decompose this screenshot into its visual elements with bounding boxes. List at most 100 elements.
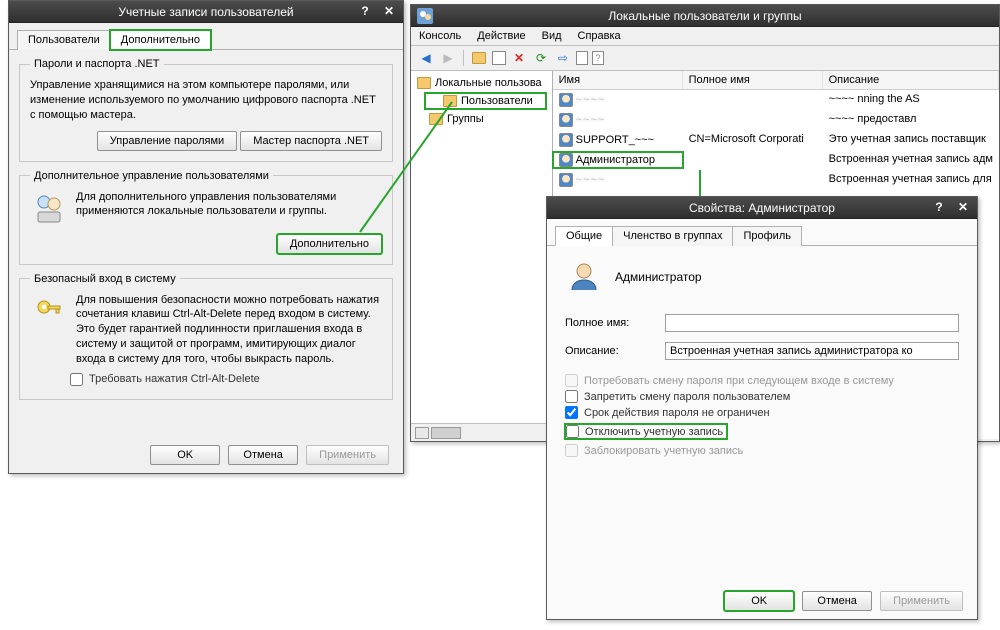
tree-groups-label: Группы xyxy=(447,113,484,125)
cancel-button[interactable]: Отмена xyxy=(228,445,298,465)
user-icon xyxy=(559,93,573,107)
row-desc: Это учетная запись поставщик xyxy=(823,132,999,148)
refresh-icon[interactable]: ⟳ xyxy=(532,49,550,67)
user-icon xyxy=(559,153,573,167)
chk-lock-account[interactable]: Заблокировать учетную запись xyxy=(565,444,959,457)
folder-icon xyxy=(443,95,457,107)
chk-no-password-change-input[interactable] xyxy=(565,390,578,403)
group-passwords: Пароли и паспорта .NET Управление хранящ… xyxy=(19,58,393,162)
row-fullname xyxy=(683,112,823,128)
props-heading: Администратор xyxy=(615,270,702,284)
table-row[interactable]: ~~~~~~~~ nning the AS xyxy=(553,90,999,110)
admin-user-icon xyxy=(565,258,603,296)
row-name: ~~~~ xyxy=(553,172,683,188)
export-icon[interactable]: ⇨ xyxy=(554,49,572,67)
back-icon[interactable]: ◀ xyxy=(417,49,435,67)
chk-lock-account-input xyxy=(565,444,578,457)
users-groups-icon xyxy=(30,190,68,228)
tree-pane: Локальные пользова Пользователи Группы xyxy=(411,71,553,439)
tree-root[interactable]: Локальные пользова xyxy=(411,75,552,91)
props-ok-button[interactable]: OK xyxy=(724,591,794,611)
chk-disable-account[interactable]: Отключить учетную запись xyxy=(566,425,723,438)
row-desc: ~~~~ предоставл xyxy=(823,112,999,128)
props-close-button[interactable]: ✕ xyxy=(953,199,973,215)
folder-icon xyxy=(417,77,431,89)
col-desc[interactable]: Описание xyxy=(823,71,999,89)
row-fullname xyxy=(683,152,823,168)
chk-no-password-change[interactable]: Запретить смену пароля пользователем xyxy=(565,390,959,403)
group-advanced-legend: Дополнительное управление пользователями xyxy=(30,170,273,182)
user-icon xyxy=(559,173,573,187)
table-row[interactable]: Администратор Встроенная учетная запись а… xyxy=(553,150,999,170)
menu-view[interactable]: Вид xyxy=(542,30,562,42)
button-bar: OK Отмена Применить xyxy=(150,445,389,465)
row-name: ~~~~ xyxy=(553,112,683,128)
help-icon[interactable]: ? xyxy=(592,51,604,65)
column-headers: Имя Полное имя Описание xyxy=(553,71,999,90)
input-fullname[interactable] xyxy=(665,314,959,332)
row-fullname: CN=Microsoft Corporati xyxy=(683,132,823,148)
group-passwords-legend: Пароли и паспорта .NET xyxy=(30,58,164,70)
table-row[interactable]: SUPPORT_~~~CN=Microsoft CorporatiЭто уче… xyxy=(553,130,999,150)
input-description[interactable] xyxy=(665,342,959,360)
group-secure-login: Безопасный вход в систему Для повышения … xyxy=(19,273,393,400)
toolbar-sep xyxy=(463,50,464,66)
ok-button[interactable]: OK xyxy=(150,445,220,465)
delete-icon[interactable]: ✕ xyxy=(510,49,528,67)
group-secure-desc: Для повышения безопасности можно потребо… xyxy=(76,293,382,367)
mmc-app-icon xyxy=(417,8,433,27)
row-name: Администратор xyxy=(553,152,683,168)
user-icon xyxy=(559,133,573,147)
group-secure-legend: Безопасный вход в систему xyxy=(30,273,180,285)
props-apply-button: Применить xyxy=(880,591,963,611)
menu-console[interactable]: Консоль xyxy=(419,30,461,42)
group-advanced-users: Дополнительное управление пользователями… xyxy=(19,170,393,265)
chk-disable-account-input[interactable] xyxy=(566,425,579,438)
forward-icon: ▶ xyxy=(439,49,457,67)
folder-icon[interactable] xyxy=(470,49,488,67)
apply-button: Применить xyxy=(306,445,389,465)
table-row[interactable]: ~~~~Встроенная учетная запись для xyxy=(553,170,999,190)
row-desc: Встроенная учетная запись адм xyxy=(823,152,999,168)
row-name: ~~~~ xyxy=(553,92,683,108)
require-cad-checkbox[interactable]: Требовать нажатия Ctrl-Alt-Delete xyxy=(70,373,382,386)
tab-users[interactable]: Пользователи xyxy=(17,30,111,50)
title-bar: Учетные записи пользователей ? ✕ xyxy=(9,1,403,23)
admin-properties-dialog: Свойства: Администратор ? ✕ Общие Членст… xyxy=(546,196,978,620)
tab-advanced[interactable]: Дополнительно xyxy=(110,30,211,50)
mmc-title: Локальные пользователи и группы xyxy=(411,9,999,23)
tab-membership[interactable]: Членство в группах xyxy=(612,226,733,246)
col-name[interactable]: Имя xyxy=(553,71,683,89)
require-cad-input[interactable] xyxy=(70,373,83,386)
close-button[interactable]: ✕ xyxy=(379,3,399,19)
menu-action[interactable]: Действие xyxy=(477,30,525,42)
advanced-button[interactable]: Дополнительно xyxy=(277,234,382,254)
props-help-button[interactable]: ? xyxy=(929,199,949,215)
tab-profile[interactable]: Профиль xyxy=(732,226,802,246)
chk-password-never-expires[interactable]: Срок действия пароля не ограничен xyxy=(565,406,959,419)
table-row[interactable]: ~~~~ ~~~~ предоставл xyxy=(553,110,999,130)
row-name: SUPPORT_~~~ xyxy=(553,132,683,148)
table-icon[interactable] xyxy=(492,51,506,65)
chk-password-never-expires-input[interactable] xyxy=(565,406,578,419)
chk-lock-account-label: Заблокировать учетную запись xyxy=(584,445,743,457)
user-accounts-dialog: Учетные записи пользователей ? ✕ Пользов… xyxy=(8,0,404,474)
require-cad-label: Требовать нажатия Ctrl-Alt-Delete xyxy=(89,373,260,385)
group-advanced-desc: Для дополнительного управления пользоват… xyxy=(76,190,382,220)
props-titlebar: Свойства: Администратор ? ✕ xyxy=(547,197,977,219)
label-fullname: Полное имя: xyxy=(565,317,655,329)
col-fullname[interactable]: Полное имя xyxy=(683,71,823,89)
tree-users[interactable]: Пользователи xyxy=(425,93,546,109)
props-tab-row: Общие Членство в группах Профиль xyxy=(547,219,977,246)
props-button-bar: OK Отмена Применить xyxy=(724,591,963,611)
manage-passwords-button[interactable]: Управление паролями xyxy=(97,131,237,151)
tree-groups[interactable]: Группы xyxy=(411,111,552,127)
menu-help[interactable]: Справка xyxy=(578,30,621,42)
chk-require-password-change[interactable]: Потребовать смену пароля при следующем в… xyxy=(565,374,959,387)
help-button[interactable]: ? xyxy=(355,3,375,19)
tab-general[interactable]: Общие xyxy=(555,226,613,246)
props-icon[interactable] xyxy=(576,51,588,65)
props-cancel-button[interactable]: Отмена xyxy=(802,591,872,611)
net-passport-button[interactable]: Мастер паспорта .NET xyxy=(240,131,382,151)
row-fullname xyxy=(683,92,823,108)
